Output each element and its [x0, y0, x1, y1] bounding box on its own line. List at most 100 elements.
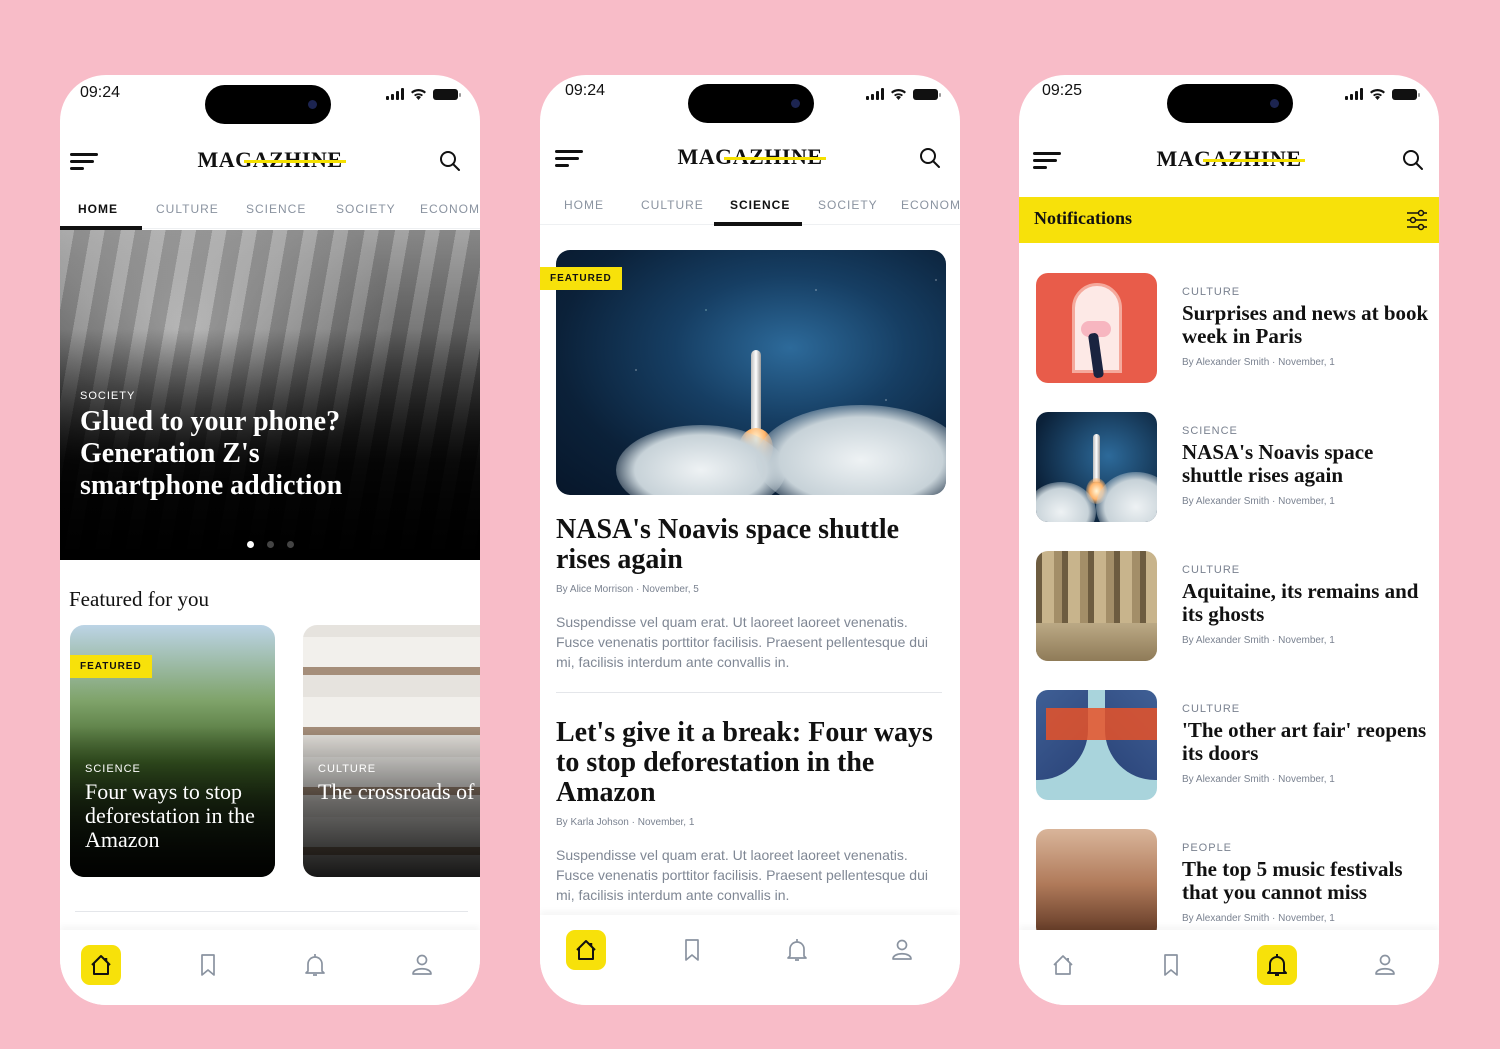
status-time: 09:24	[565, 82, 606, 99]
tab-culture[interactable]: CULTURE	[641, 198, 704, 212]
nav-bookmark-button[interactable]	[672, 930, 712, 970]
featured-card[interactable]: CULTURE The crossroads of the largest li…	[303, 625, 480, 877]
tab-economy[interactable]: ECONOMY	[901, 198, 960, 212]
tab-society[interactable]: SOCIETY	[336, 202, 396, 216]
notification-title: 'The other art fair' reopens its doors	[1182, 718, 1427, 765]
logo-underline	[1203, 159, 1305, 162]
system-icons	[866, 88, 941, 100]
article-excerpt: Suspendisse vel quam erat. Ut laoreet la…	[556, 614, 928, 670]
tab-society[interactable]: SOCIETY	[818, 198, 878, 212]
status-bar: 09:24	[60, 75, 480, 125]
notification-title: Surprises and news at book week in Paris	[1182, 301, 1429, 348]
nav-home-button[interactable]	[81, 945, 121, 985]
logo[interactable]: MAGAZHINE	[60, 147, 480, 173]
article-title[interactable]: Let's give it a break: Four ways to stop…	[556, 718, 946, 808]
battery-icon	[913, 88, 941, 100]
hero-title[interactable]: Glued to your phone? Generation Z's smar…	[80, 406, 400, 502]
card-title: The crossroads of the largest library in…	[318, 780, 480, 804]
bookmark-icon	[201, 954, 215, 976]
notification-thumbnail	[1036, 551, 1157, 661]
article-excerpt: Suspendisse vel quam erat. Ut laoreet la…	[556, 847, 928, 903]
article-byline: By Karla Johson · November, 1	[556, 817, 695, 828]
notification-category: PEOPLE	[1182, 842, 1233, 854]
notification-byline: By Alexander Smith · November, 1	[1182, 913, 1335, 924]
nav-notifications-button[interactable]	[777, 930, 817, 970]
nav-profile-button[interactable]	[402, 945, 442, 985]
search-icon[interactable]	[438, 149, 462, 173]
rocket-illustration	[751, 350, 761, 430]
active-tab-indicator	[714, 222, 802, 226]
app-header: MAGAZHINE	[540, 134, 960, 182]
bookmark-icon	[1164, 954, 1178, 976]
home-icon	[1053, 955, 1073, 975]
signal-icon	[866, 88, 884, 100]
nav-notifications-button[interactable]	[295, 945, 335, 985]
notification-thumbnail	[1036, 273, 1157, 383]
article-date: November, 5	[642, 584, 699, 595]
dynamic-island	[1167, 84, 1293, 123]
nav-home-button[interactable]	[566, 930, 606, 970]
tab-science[interactable]: SCIENCE	[246, 202, 306, 216]
user-icon	[1375, 954, 1395, 975]
featured-card[interactable]: FEATURED SCIENCE Four ways to stop defor…	[70, 625, 275, 877]
system-icons	[386, 88, 461, 100]
card-category: CULTURE	[318, 763, 377, 775]
notification-byline: By Alexander Smith · November, 1	[1182, 635, 1335, 646]
article-author: By Alice Morrison	[556, 584, 634, 595]
tab-home[interactable]: HOME	[564, 198, 604, 212]
hero-category: SOCIETY	[80, 390, 136, 402]
carousel-dot[interactable]	[266, 541, 274, 548]
article-title[interactable]: NASA's Noavis space shuttle rises again	[556, 515, 946, 575]
dynamic-island	[205, 85, 331, 124]
notification-byline: By Alexander Smith · November, 1	[1182, 357, 1335, 368]
nav-notifications-button[interactable]	[1257, 945, 1297, 985]
section-title: Featured for you	[69, 587, 209, 611]
carousel-dot[interactable]	[246, 541, 254, 548]
tab-science[interactable]: SCIENCE	[730, 198, 790, 212]
user-icon	[892, 939, 912, 960]
tab-economy[interactable]: ECONOMY	[420, 202, 480, 216]
notification-title: Aquitaine, its remains and its ghosts	[1182, 579, 1419, 626]
hero-carousel[interactable]: SOCIETY Glued to your phone? Generation …	[60, 230, 480, 560]
notification-category: SCIENCE	[1182, 425, 1238, 437]
notification-item[interactable]: SCIENCE NASA's Noavis space shuttle rise…	[1019, 412, 1439, 532]
logo[interactable]: MAGAZHINE	[1019, 146, 1439, 172]
tab-culture[interactable]: CULTURE	[156, 202, 219, 216]
app-header: MAGAZHINE	[1019, 136, 1439, 184]
bookmark-icon	[685, 939, 699, 961]
divider	[556, 692, 942, 693]
carousel-dot[interactable]	[286, 541, 294, 548]
card-title: Four ways to stop deforestation in the A…	[85, 779, 255, 852]
notification-thumbnail	[1036, 412, 1157, 522]
notification-item[interactable]: CULTURE 'The other art fair' reopens its…	[1019, 690, 1439, 810]
notification-byline: By Alexander Smith · November, 1	[1182, 774, 1335, 785]
card-category: SCIENCE	[85, 763, 141, 775]
notification-item[interactable]: CULTURE Surprises and news at book week …	[1019, 273, 1439, 393]
home-icon	[576, 940, 596, 960]
notification-category: CULTURE	[1182, 564, 1241, 576]
featured-badge: FEATURED	[70, 655, 152, 678]
nav-bookmark-button[interactable]	[188, 945, 228, 985]
search-icon[interactable]	[1401, 148, 1425, 172]
notifications-title: Notifications	[1034, 208, 1132, 228]
tab-home[interactable]: HOME	[78, 202, 118, 216]
bell-icon	[787, 939, 807, 961]
nav-profile-button[interactable]	[1365, 945, 1405, 985]
nav-home-button[interactable]	[1043, 945, 1083, 985]
signal-icon	[1345, 88, 1363, 100]
logo[interactable]: MAGAZHINE	[540, 144, 960, 170]
status-time: 09:25	[1042, 82, 1083, 99]
dynamic-island	[688, 84, 814, 123]
wifi-icon	[1370, 89, 1385, 100]
nav-bookmark-button[interactable]	[1151, 945, 1191, 985]
bell-icon	[1267, 954, 1287, 976]
search-icon[interactable]	[918, 146, 942, 170]
filter-icon[interactable]	[1405, 208, 1429, 232]
nav-profile-button[interactable]	[882, 930, 922, 970]
notifications-header: Notifications	[1019, 197, 1439, 243]
notification-item[interactable]: CULTURE Aquitaine, its remains and its g…	[1019, 551, 1439, 671]
home-icon	[91, 955, 111, 975]
bottom-nav	[60, 930, 480, 1005]
status-bar: 09:25	[1019, 75, 1439, 125]
notification-thumbnail	[1036, 829, 1157, 939]
